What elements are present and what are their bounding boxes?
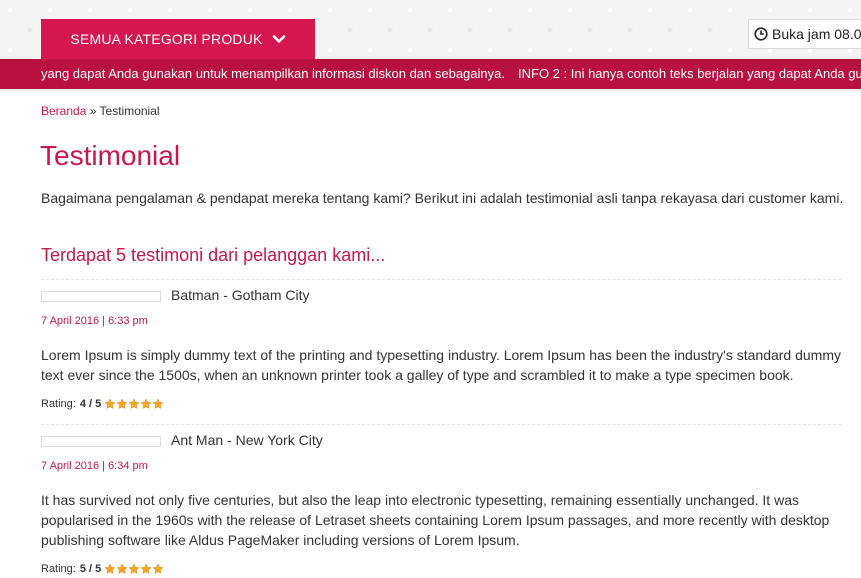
review-text: It has survived not only five centuries,… <box>41 492 830 548</box>
page-title: Testimonial <box>40 140 181 171</box>
opening-hours: Buka jam 08.00 <box>748 19 861 49</box>
review-date: 7 April 2016 | 6:34 pm <box>41 460 148 472</box>
star-icon <box>140 398 152 410</box>
rating-value: 5 / 5 <box>79 563 102 575</box>
breadcrumb-separator: » <box>89 104 97 118</box>
star-icon <box>116 563 128 575</box>
star-icon <box>128 563 140 575</box>
star-icon <box>116 398 128 410</box>
ticker-item: yang dapat Anda gunakan untuk menampilka… <box>41 66 505 81</box>
testimonial-count-title: Terdapat 5 testimoni dari pelanggan kami… <box>41 245 386 265</box>
rating-stars <box>104 398 164 410</box>
rating-stars <box>104 563 164 575</box>
breadcrumb: Beranda » Testimonial <box>41 104 160 118</box>
reviewer-photo <box>41 291 161 302</box>
ticker-item: INFO 2 : Ini hanya contoh teks berjalan … <box>518 66 861 81</box>
star-icon <box>152 563 164 575</box>
all-categories-label: SEMUA KATEGORI PRODUK <box>70 31 263 47</box>
divider <box>41 279 841 280</box>
star-icon <box>104 398 116 410</box>
star-icon <box>152 398 164 410</box>
rating-label: Rating: <box>41 563 76 575</box>
reviewer-photo <box>41 436 161 447</box>
review-rating: Rating: 4 / 5 <box>41 398 164 410</box>
divider <box>41 424 841 425</box>
reviewer-name: Ant Man - New York City <box>171 432 323 448</box>
clock-icon <box>754 27 768 41</box>
breadcrumb-home-link[interactable]: Beranda <box>41 104 86 118</box>
breadcrumb-current: Testimonial <box>99 104 160 118</box>
rating-label: Rating: <box>41 398 76 410</box>
chevron-down-icon <box>272 32 286 46</box>
page-intro: Bagaimana pengalaman & pendapat mereka t… <box>41 190 844 206</box>
ticker-shadow <box>0 89 861 93</box>
reviewer-name: Batman - Gotham City <box>171 287 310 303</box>
review-text: Lorem Ipsum is simply dummy text of the … <box>41 347 842 383</box>
news-ticker: yang dapat Anda gunakan untuk menampilka… <box>0 59 861 89</box>
star-icon <box>104 563 116 575</box>
opening-hours-text: Buka jam 08.00 <box>772 26 861 42</box>
rating-value: 4 / 5 <box>79 398 102 410</box>
all-categories-button[interactable]: SEMUA KATEGORI PRODUK <box>41 19 315 59</box>
review-rating: Rating: 5 / 5 <box>41 563 164 575</box>
star-icon <box>128 398 140 410</box>
review-date: 7 April 2016 | 6:33 pm <box>41 315 148 327</box>
star-icon <box>140 563 152 575</box>
